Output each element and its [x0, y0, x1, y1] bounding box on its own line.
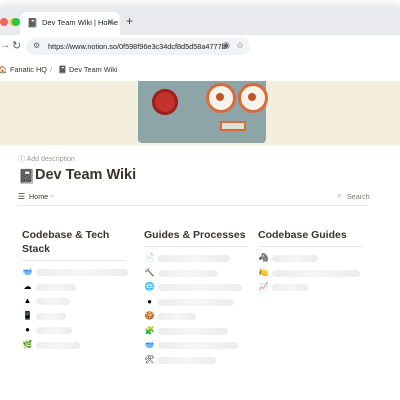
- robot-red-button: [152, 89, 178, 115]
- blurred-link-text[interactable]: [158, 298, 234, 306]
- column-title: Codebase & Tech Stack: [22, 228, 126, 261]
- address-bar[interactable]: ⚙ https://www.notion.so/0f598f96e3c34dcf…: [26, 38, 250, 55]
- search-icon[interactable]: ⌕: [337, 191, 341, 201]
- browser-window: 📓 Dev Team Wiki | Home ✕ + → ↻ ⚙ https:/…: [0, 8, 400, 370]
- github-icon: ●: [25, 325, 30, 334]
- page-link-row[interactable]: 🥣: [22, 266, 128, 281]
- desktop-background: [0, 370, 400, 400]
- wiki-book-icon[interactable]: 📓: [18, 168, 35, 185]
- bowl-icon: 🥣: [22, 267, 33, 276]
- blurred-link-text[interactable]: [36, 269, 128, 276]
- globe-icon: 🌐: [144, 282, 155, 291]
- list-view-icon: ☰: [18, 192, 26, 201]
- tab-bar: 📓 Dev Team Wiki | Home ✕ +: [0, 8, 400, 35]
- add-description-label: Add description: [26, 156, 75, 163]
- blurred-link-text[interactable]: [272, 269, 360, 277]
- eye-slash-icon[interactable]: ◉: [222, 40, 230, 51]
- bookmark-star-icon[interactable]: ☆: [236, 40, 244, 51]
- blurred-link-text[interactable]: [158, 356, 216, 364]
- blurred-link-text[interactable]: [158, 327, 228, 335]
- blurred-link-text[interactable]: [158, 269, 218, 277]
- browser-toolbar: → ↻ ⚙ https://www.notion.so/0f598f96e3c3…: [0, 35, 400, 60]
- page-link-row[interactable]: 📱: [22, 310, 126, 325]
- screenshot-frame: 📓 Dev Team Wiki | Home ✕ + → ↻ ⚙ https:/…: [0, 0, 400, 400]
- page-link-row[interactable]: ▲: [22, 295, 126, 310]
- page-link-row[interactable]: 🔨: [144, 267, 248, 282]
- search-button[interactable]: Search: [347, 192, 370, 201]
- new-tab-icon[interactable]: +: [126, 14, 133, 28]
- robot-mouth: [220, 121, 246, 131]
- blurred-link-text[interactable]: [272, 255, 318, 262]
- blurred-link-text[interactable]: [36, 312, 66, 320]
- page-title[interactable]: Dev Team Wiki: [35, 167, 136, 183]
- view-tab-home[interactable]: Home: [29, 192, 48, 201]
- page-link-row[interactable]: 📈: [258, 281, 362, 296]
- breadcrumb-separator: /: [50, 65, 53, 74]
- blurred-link-text[interactable]: [36, 327, 72, 334]
- bowl-icon: 🥣: [144, 340, 155, 349]
- page-link-row[interactable]: ●: [144, 296, 248, 311]
- blurred-link-text[interactable]: [158, 255, 230, 262]
- site-info-icon[interactable]: ⚙: [33, 41, 40, 50]
- tools-icon: 🛠: [144, 354, 155, 364]
- page-link-row[interactable]: 🦓: [258, 252, 362, 267]
- robot-left-eye: [206, 83, 236, 113]
- column-title: Codebase Guides: [258, 228, 362, 247]
- blurred-link-text[interactable]: [272, 284, 308, 291]
- page-link-row[interactable]: ☁: [22, 281, 126, 296]
- lemon-icon: 🍋: [258, 267, 269, 277]
- blurred-link-text[interactable]: [36, 298, 70, 305]
- breadcrumb-workspace[interactable]: Fanatic HQ: [10, 65, 47, 74]
- zoom-window-button[interactable]: [12, 18, 20, 26]
- column-title: Guides & Processes: [144, 228, 248, 247]
- blurred-link-text[interactable]: [158, 284, 242, 291]
- wiki-page-icon: 📓: [58, 65, 68, 74]
- puzzle-icon: 🧩: [144, 325, 155, 335]
- column-codebase-tech-stack: Codebase & Tech Stack 🥣 ☁ ▲ 📱 ● 🌿: [22, 228, 128, 354]
- page-link-row[interactable]: 🧩: [144, 325, 248, 340]
- cloud-icon: ☁: [23, 281, 32, 291]
- page-link-row[interactable]: 🌿: [22, 339, 126, 354]
- page-link-row[interactable]: 📄: [144, 252, 248, 267]
- github-icon: ●: [147, 296, 152, 306]
- page-link-row[interactable]: 🍋: [258, 267, 362, 282]
- page-link-row[interactable]: 🥣: [144, 339, 248, 354]
- cookie-icon: 🍪: [144, 311, 155, 320]
- url-text[interactable]: https://www.notion.so/0f598f96e3c34dcf8d…: [48, 42, 226, 51]
- page-link-row[interactable]: 🛠: [144, 354, 248, 369]
- leaf-icon: 🌿: [22, 339, 33, 349]
- page-link-row[interactable]: 🌐: [144, 281, 248, 296]
- zebra-icon: 🦓: [258, 253, 269, 262]
- column-codebase-guides: Codebase Guides 🦓 🍋 📈: [258, 228, 362, 296]
- close-window-button[interactable]: [0, 18, 8, 26]
- reload-icon[interactable]: ↻: [12, 39, 21, 52]
- robot-illustration: [138, 81, 268, 143]
- breadcrumb-page[interactable]: Dev Team Wiki: [69, 65, 118, 74]
- blurred-link-text[interactable]: [36, 341, 80, 349]
- notion-favicon-icon: 📓: [27, 18, 39, 28]
- notion-topbar: 🏠 Fanatic HQ / 📓 Dev Team Wiki: [0, 59, 400, 81]
- forward-arrow-icon[interactable]: →: [0, 40, 10, 51]
- cover-image: [0, 81, 400, 145]
- blurred-link-text[interactable]: [36, 283, 76, 291]
- tab-close-icon[interactable]: ✕: [106, 17, 114, 28]
- hammer-icon: 🔨: [144, 267, 155, 277]
- view-bar: ☰ Home ⌄ ⌕ Search: [18, 189, 370, 206]
- page-link-row[interactable]: ●: [22, 324, 126, 339]
- workspace-icon: 🏠: [0, 65, 8, 74]
- chevron-down-icon[interactable]: ⌄: [49, 192, 54, 199]
- column-guides-processes: Guides & Processes 📄 🔨 🌐 ● 🍪 🧩 🥣 🛠: [144, 228, 248, 368]
- phone-icon: 📱: [22, 310, 33, 320]
- page-icon: 📄: [144, 253, 155, 262]
- chart-icon: 📈: [258, 282, 269, 291]
- blurred-link-text[interactable]: [158, 342, 238, 349]
- warning-icon: ▲: [23, 296, 32, 305]
- page-link-row[interactable]: 🍪: [144, 310, 248, 325]
- robot-right-eye: [238, 83, 268, 113]
- add-description-button[interactable]: ⓘ Add description: [18, 154, 75, 164]
- browser-tab[interactable]: 📓 Dev Team Wiki | Home ✕: [20, 12, 120, 35]
- blurred-link-text[interactable]: [158, 313, 196, 320]
